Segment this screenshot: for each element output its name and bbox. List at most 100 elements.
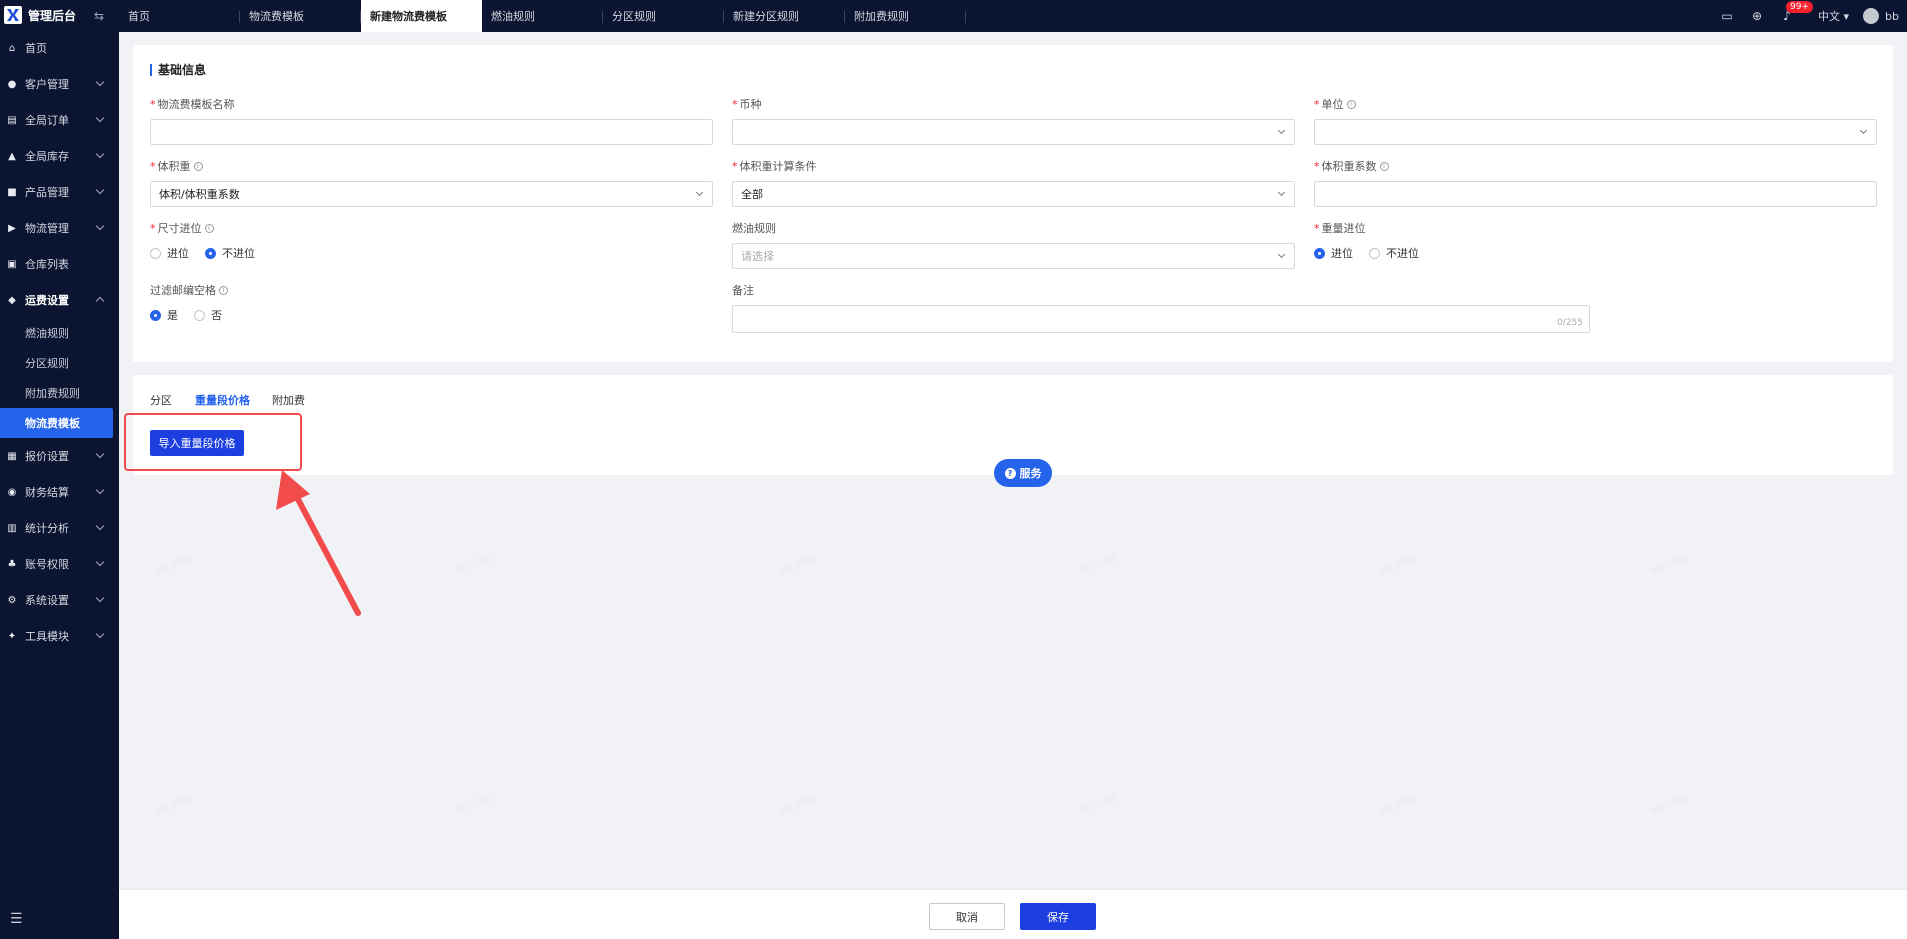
radio-label: 否	[211, 309, 222, 322]
sidebar-item-accounts[interactable]: ♣ 账号权限	[0, 546, 119, 582]
weight-round-option-yes[interactable]: 进位	[1314, 245, 1353, 261]
field-label: * 币种	[732, 97, 1295, 112]
required-mark: *	[732, 159, 738, 173]
sidebar-item-system[interactable]: ⚙ 系统设置	[0, 582, 119, 618]
template-name-field: * 物流费模板名称	[150, 97, 713, 145]
tab-new-zone-rule[interactable]: 新建分区规则	[724, 0, 845, 32]
unit-select[interactable]	[1314, 119, 1877, 145]
filter-space-option-yes[interactable]: 是	[150, 307, 178, 323]
subtab-zone[interactable]: 分区	[150, 392, 172, 408]
sidebar-item-quotes[interactable]: ▦ 报价设置	[0, 438, 119, 474]
volume-condition-select[interactable]: 全部	[732, 181, 1295, 207]
chevron-down-icon	[95, 629, 105, 639]
avatar[interactable]	[1863, 8, 1880, 24]
required-mark: *	[1314, 97, 1320, 111]
size-round-option-no[interactable]: 不进位	[205, 245, 255, 261]
sidebar-subitem-surcharge[interactable]: 附加费规则	[0, 378, 119, 408]
label-text: 单位	[1321, 98, 1344, 111]
radio-label: 不进位	[1386, 247, 1419, 260]
tab-home[interactable]: 首页	[119, 0, 240, 32]
finance-icon: ◉	[7, 486, 17, 498]
radio-label: 不进位	[222, 247, 255, 260]
watermark: bb_1005	[1079, 553, 1120, 577]
sidebar-item-home[interactable]: ⌂ 首页	[0, 30, 119, 66]
red-arrow-annotation	[276, 470, 361, 616]
info-icon[interactable]: i	[219, 285, 228, 295]
watermark: bb_1005	[1379, 553, 1420, 577]
tab-label: 分区规则	[612, 10, 656, 23]
tab-label: 新建分区规则	[733, 10, 799, 23]
save-button[interactable]: 保存	[1020, 903, 1096, 930]
chevron-down-icon	[95, 149, 105, 159]
tab-freight-template[interactable]: 物流费模板	[240, 0, 361, 32]
currency-select[interactable]	[732, 119, 1295, 145]
chevron-down-icon	[95, 77, 105, 87]
sidebar-item-stats[interactable]: ▥ 统计分析	[0, 510, 119, 546]
radio-dot	[194, 309, 205, 321]
fuel-rule-select[interactable]: 请选择	[732, 243, 1295, 269]
download-icon[interactable]: ⊕	[1748, 7, 1766, 25]
sidebar-item-orders[interactable]: ▤ 全局订单	[0, 102, 119, 138]
quote-icon: ▦	[7, 450, 17, 462]
stats-icon: ▥	[7, 522, 17, 534]
volume-coefficient-input[interactable]	[1314, 181, 1877, 207]
cancel-button[interactable]: 取消	[929, 903, 1005, 930]
menu-collapse-icon[interactable]: ☰	[10, 911, 23, 927]
sidebar-item-finance[interactable]: ◉ 财务结算	[0, 474, 119, 510]
filter-space-option-no[interactable]: 否	[194, 307, 222, 323]
weight-round-option-no[interactable]: 不进位	[1369, 245, 1419, 261]
size-round-option-yes[interactable]: 进位	[150, 245, 189, 261]
sidebar-subitem-template[interactable]: 物流费模板	[0, 408, 113, 438]
sidebar-item-warehouses[interactable]: ▣ 仓库列表	[0, 246, 119, 282]
sidebar-subitem-fuel[interactable]: 燃油规则	[0, 318, 119, 348]
select-value: 体积/体积重系数	[159, 188, 240, 201]
language-select[interactable]: 中文 ▾	[1818, 8, 1849, 24]
tab-zone-rules[interactable]: 分区规则	[603, 0, 724, 32]
tab-fuel-rules[interactable]: 燃油规则	[482, 0, 603, 32]
info-icon[interactable]: i	[193, 161, 203, 171]
tab-surcharge-rules[interactable]: 附加费规则	[845, 0, 966, 32]
bell-icon[interactable]: ♪ 99+	[1778, 1, 1813, 25]
required-mark: *	[150, 159, 156, 173]
fuel-rule-field: 燃油规则 请选择	[732, 221, 1295, 269]
service-label: 服务	[1019, 467, 1042, 480]
tab-new-freight-template[interactable]: 新建物流费模板	[361, 0, 482, 32]
logo-icon	[4, 6, 22, 24]
template-name-input[interactable]	[150, 119, 713, 145]
sidebar-item-freight[interactable]: ◆ 运费设置	[0, 282, 119, 318]
swap-icon[interactable]: ⇆	[94, 9, 104, 23]
info-icon[interactable]: i	[1346, 99, 1356, 109]
tab-label: 新建物流费模板	[370, 10, 447, 23]
sidebar-item-tools[interactable]: ✦ 工具模块	[0, 618, 119, 654]
app-title: 管理后台	[28, 8, 77, 23]
sidebar-item-logistics[interactable]: ▶ 物流管理	[0, 210, 119, 246]
print-icon[interactable]: ▭	[1718, 7, 1736, 25]
required-mark: *	[1314, 221, 1320, 235]
sidebar-subitem-zone[interactable]: 分区规则	[0, 348, 119, 378]
label-text: 体积重系数	[1321, 160, 1377, 173]
chevron-down-icon	[1277, 250, 1286, 259]
radio-dot-selected	[150, 309, 161, 321]
service-button[interactable]: ? 服务	[994, 459, 1052, 487]
volume-weight-field: * 体积重 i 体积/体积重系数	[150, 159, 713, 207]
sidebar-item-products[interactable]: ■ 产品管理	[0, 174, 119, 210]
field-label: * 物流费模板名称	[150, 97, 713, 112]
sidebar: 管理后台 ⌂ 首页 ● 客户管理 ▤ 全局订单 ▲ 全局库存 ■ 产品管理 ▶ 物流管理 ▣…	[0, 0, 119, 939]
sidebar-item-inventory[interactable]: ▲ 全局库存	[0, 138, 119, 174]
remark-textarea[interactable]: 0/255	[732, 305, 1590, 333]
info-icon[interactable]: i	[204, 223, 214, 233]
volume-weight-select[interactable]: 体积/体积重系数	[150, 181, 713, 207]
label-text: 过滤邮编空格	[150, 284, 216, 297]
subtab-surcharge[interactable]: 附加费	[272, 392, 305, 408]
label-text: 重量进位	[1321, 222, 1366, 235]
info-icon[interactable]: i	[1379, 161, 1389, 171]
sidebar-item-label: 账号权限	[25, 558, 69, 571]
chevron-down-icon	[95, 485, 105, 495]
required-mark: *	[1314, 159, 1320, 173]
home-icon: ⌂	[8, 42, 16, 54]
watermark: bb_1005	[154, 793, 195, 817]
username[interactable]: bb	[1885, 10, 1899, 23]
sidebar-item-customers[interactable]: ● 客户管理	[0, 66, 119, 102]
subtab-weight-price[interactable]: 重量段价格	[195, 392, 250, 408]
top-right-tools: ▭ ⊕ ♪ 99+ 中文 ▾ bb	[1718, 0, 1907, 32]
